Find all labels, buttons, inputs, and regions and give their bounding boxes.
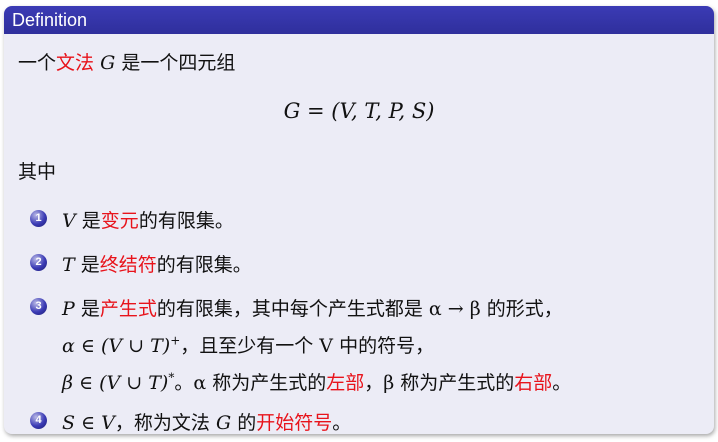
block-body: 一个文法 G 是一个四元组 G = (V, T, P, S) 其中 1 V 是变…: [4, 34, 714, 434]
intro-text-a: 一个: [18, 52, 57, 74]
item-text: 是: [80, 254, 100, 276]
term-terminals: 终结符: [99, 254, 157, 276]
item-var: P: [62, 298, 75, 320]
item-3-line-3: β ∈ (V ∪ T)*。α 称为产生式的左部，β 称为产生式的右部。: [62, 368, 571, 395]
where-label: 其中: [18, 161, 57, 183]
item-text: ，称为文法: [114, 412, 210, 434]
sup-plus: +: [170, 333, 181, 348]
bullet-3-icon: 3: [30, 298, 47, 315]
item-var: T: [62, 254, 75, 276]
term-variables: 变元: [100, 210, 139, 232]
intro-line: 一个文法 G 是一个四元组: [18, 48, 235, 75]
term-start-symbol: 开始符号: [256, 412, 333, 434]
item-text: 是: [80, 298, 100, 320]
math-beta-set: β ∈ (V ∪ T): [62, 372, 169, 394]
bullet-2-icon: 2: [30, 254, 47, 271]
list-item: P 是产生式的有限集，其中每个产生式都是 α → β 的形式，: [62, 294, 563, 321]
bullet-4-icon: 4: [30, 412, 47, 429]
list-item: V 是变元的有限集。: [62, 206, 234, 233]
item-text: ，β 称为产生式的: [364, 372, 515, 394]
item-var: G: [215, 412, 232, 434]
definition-block: Definition 一个文法 G 是一个四元组 G = (V, T, P, S…: [4, 6, 714, 434]
block-title: Definition: [4, 6, 714, 34]
bullet-1-icon: 1: [30, 210, 47, 227]
math-alpha-set: α ∈ (V ∪ T): [62, 335, 171, 357]
term-right-side: 右部: [514, 372, 553, 394]
item-text: 。: [552, 372, 572, 394]
list-item: T 是终结符的有限集。: [62, 250, 252, 277]
intro-text-b: 是一个四元组: [121, 52, 236, 74]
math-s-in-v: S ∈ V: [62, 412, 115, 434]
term-productions: 产生式: [99, 298, 157, 320]
item-text: ，且至少有一个 V 中的符号，: [180, 335, 435, 357]
item-3-line-2: α ∈ (V ∪ T)+，且至少有一个 V 中的符号，: [62, 331, 434, 358]
item-text: 的有限集。: [138, 210, 234, 232]
item-text: 是: [81, 210, 101, 232]
item-text: 的有限集，其中每个产生式都是 α → β 的形式，: [156, 298, 563, 320]
list-item: S ∈ V，称为文法 G 的开始符号。: [62, 408, 351, 434]
item-text: 。α 称为产生式的: [174, 372, 327, 394]
item-text: 。: [332, 412, 352, 434]
item-text: 的有限集。: [156, 254, 252, 276]
term-left-side: 左部: [326, 372, 365, 394]
intro-var-g: G: [100, 52, 116, 74]
item-var: V: [62, 210, 76, 232]
formula: G = (V, T, P, S): [283, 99, 435, 123]
item-text: 的: [237, 412, 257, 434]
term-grammar: 文法: [56, 52, 95, 74]
